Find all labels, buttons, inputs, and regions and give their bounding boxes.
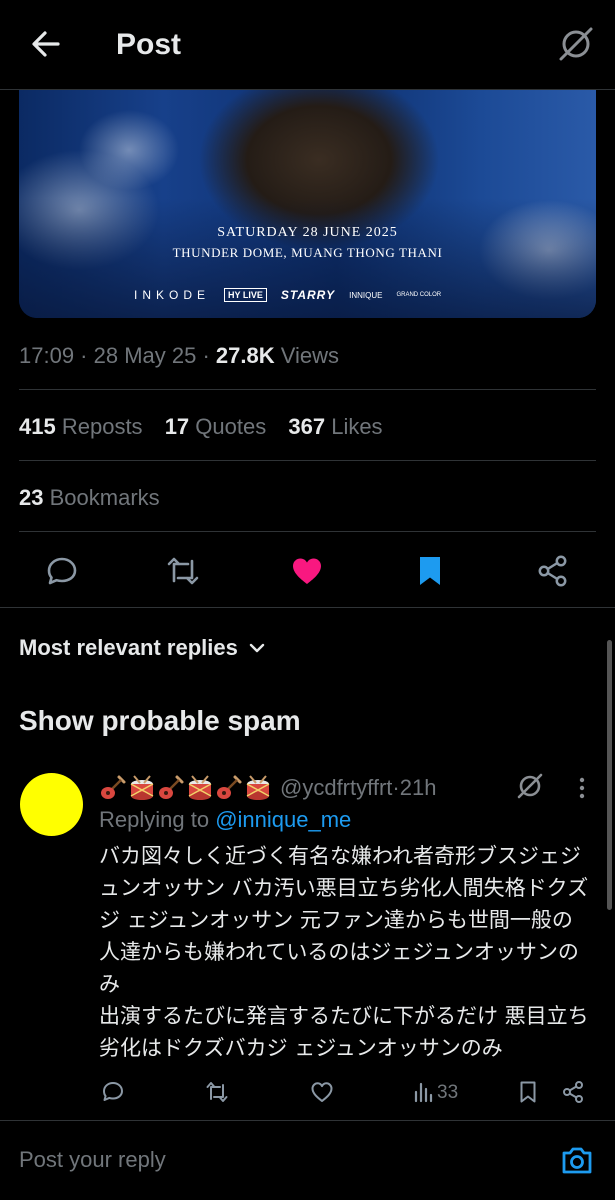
- bookmark-icon[interactable]: [413, 554, 447, 588]
- drum-icon: [246, 775, 270, 800]
- analytics-icon[interactable]: [412, 1080, 436, 1104]
- reply-icon[interactable]: [45, 554, 79, 588]
- page-title: Post: [116, 28, 182, 61]
- reply-action-bar: 33: [99, 1078, 599, 1108]
- reply-sort-dropdown[interactable]: Most relevant replies: [19, 635, 266, 661]
- grok-icon[interactable]: [515, 771, 545, 801]
- top-bar: Post: [0, 0, 615, 90]
- replying-to: Replying to @innique_me: [99, 807, 351, 833]
- like-icon[interactable]: [310, 1080, 334, 1104]
- drum-icon: [188, 775, 212, 800]
- reposts-stat[interactable]: 415 Reposts: [19, 414, 143, 439]
- post-meta: 17:09 · 28 May 25 · 27.8K Views: [19, 343, 339, 369]
- divider: [19, 389, 596, 390]
- guitar-icon: [217, 775, 242, 799]
- views-label[interactable]: Views: [281, 343, 339, 368]
- reply-text: バカ図々しく近づく有名な嫌われ者奇形ブスジェジュンオッサン バカ汚い悪目立ち劣化…: [99, 844, 589, 1060]
- display-name-emojis[interactable]: [99, 774, 272, 802]
- post-date: 28 May 25: [93, 343, 197, 368]
- camera-icon[interactable]: [560, 1145, 594, 1175]
- bookmarks-label: Bookmarks: [49, 485, 160, 510]
- share-icon[interactable]: [536, 554, 570, 588]
- views-count[interactable]: 27.8K: [216, 343, 275, 368]
- meta-sep: ·: [74, 343, 94, 368]
- logo-inkode: INKODE: [134, 288, 211, 302]
- bookmark-icon[interactable]: [516, 1080, 540, 1104]
- post-action-bar: [0, 540, 615, 606]
- chevron-down-icon: [249, 643, 265, 653]
- divider: [19, 460, 596, 461]
- likes-stat[interactable]: 367 Likes: [288, 414, 382, 439]
- poster-date: SATURDAY 28 JUNE 2025: [217, 225, 398, 240]
- composer-divider: [0, 1120, 615, 1121]
- reply-sep: ·: [392, 775, 400, 800]
- sponsor-logos: INKODE HY LIVE STARRY INNIQUE GRAND COLO…: [134, 285, 514, 305]
- replying-to-label: Replying to: [99, 807, 216, 832]
- divider: [19, 531, 596, 532]
- section-divider: [0, 607, 615, 608]
- avatar[interactable]: [20, 773, 83, 836]
- sort-label: Most relevant replies: [19, 635, 238, 660]
- meta-sep: ·: [196, 343, 216, 368]
- quotes-stat[interactable]: 17 Quotes: [165, 414, 267, 439]
- drum-icon: [130, 775, 154, 800]
- reply-icon[interactable]: [101, 1080, 125, 1104]
- guitar-icon: [159, 775, 184, 799]
- arrow-left-icon[interactable]: [28, 26, 64, 62]
- logo-hylive: HY LIVE: [224, 288, 267, 302]
- reply-composer-input[interactable]: Post your reply: [19, 1147, 166, 1173]
- reply-handle[interactable]: @ycdfrtyffrt: [280, 775, 392, 801]
- show-probable-spam-button[interactable]: Show probable spam: [19, 705, 301, 737]
- guitar-icon: [101, 775, 126, 799]
- post-image[interactable]: SATURDAY 28 JUNE 2025 THUNDER DOME, MUAN…: [19, 90, 596, 318]
- bookmarks-stat[interactable]: 23 Bookmarks: [19, 485, 160, 511]
- grok-icon[interactable]: [556, 24, 596, 64]
- share-icon[interactable]: [561, 1080, 585, 1104]
- more-options-icon[interactable]: [572, 776, 592, 800]
- post-time: 17:09: [19, 343, 75, 368]
- engagement-stats: 415 Reposts 17 Quotes 367 Likes: [19, 414, 399, 440]
- logo-grandcolor: GRAND COLOR: [396, 292, 442, 298]
- bookmarks-count: 23: [19, 485, 44, 510]
- repost-icon[interactable]: [205, 1080, 229, 1104]
- views-count: 33: [437, 1082, 459, 1103]
- like-icon[interactable]: [290, 554, 324, 588]
- reply-time[interactable]: 21h: [400, 775, 437, 801]
- repost-icon[interactable]: [166, 554, 200, 588]
- logo-innique: INNIQUE: [349, 290, 383, 300]
- scrollbar[interactable]: [607, 640, 612, 910]
- logo-starry: STARRY: [280, 288, 336, 302]
- replying-to-handle[interactable]: @innique_me: [215, 807, 351, 832]
- reply-header: @ycdfrtyffrt · 21h: [99, 774, 436, 802]
- poster-venue: THUNDER DOME, MUANG THONG THANI: [172, 245, 443, 260]
